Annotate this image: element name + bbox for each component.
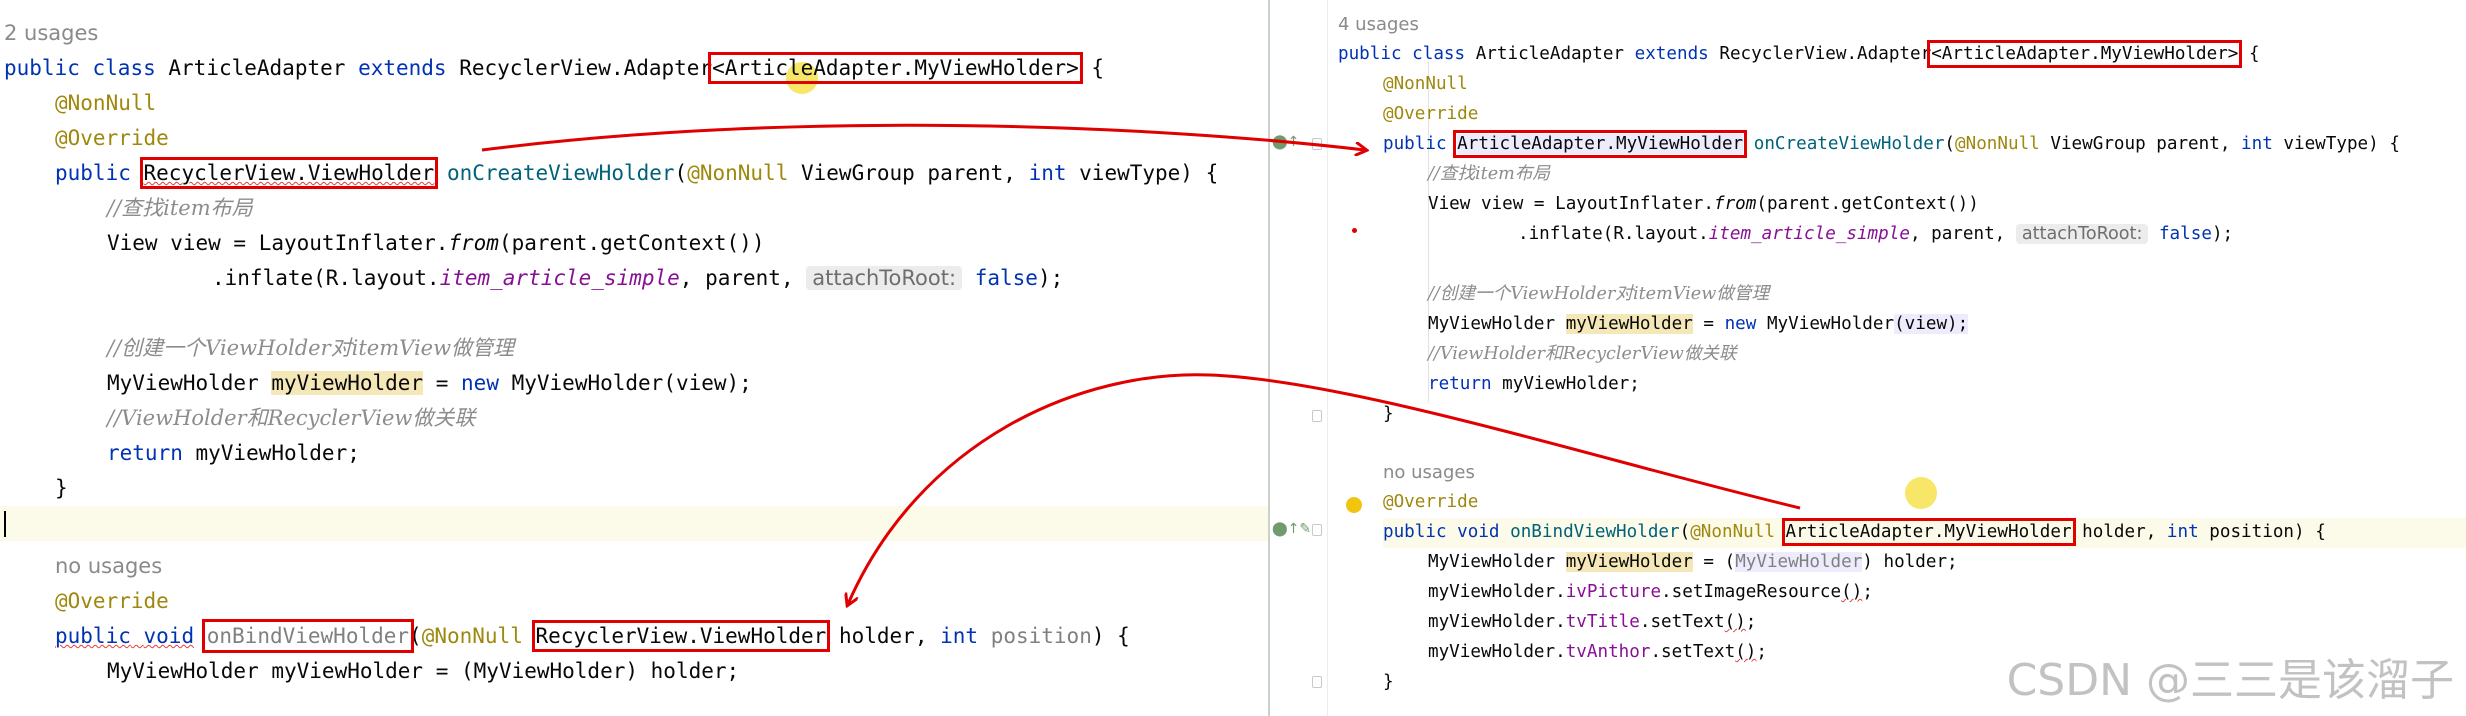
nonnull-annotation: @NonNull <box>55 91 157 115</box>
method-name[interactable]: onCreateViewHolder <box>447 161 675 185</box>
param-type-annotation[interactable]: RecyclerView.ViewHolder <box>531 620 831 652</box>
comment-create-holder: //创建一个ViewHolder对itemView做管理 <box>1428 284 1770 304</box>
bind-method-name[interactable]: onBindViewHolder <box>201 619 415 653</box>
parameter-hint: attachToRoot: <box>806 266 963 290</box>
class-name[interactable]: ArticleAdapter <box>168 56 345 80</box>
bind-view-holder-declaration: public void onBindViewHolder(@NonNull Ar… <box>1383 518 2466 548</box>
inflate-call-line: .inflate(R.layout.item_article_simple, p… <box>1518 224 2234 244</box>
bind-view-holder-declaration: public void onBindViewHolder(@NonNull Re… <box>55 619 1130 653</box>
method-close-brace: } <box>55 476 68 500</box>
param-type-annotation[interactable]: ArticleAdapter.MyViewHolder <box>1781 518 2076 546</box>
csdn-watermark: CSDN @三三是该溜子 <box>2006 655 2454 706</box>
highlighted-variable[interactable]: myViewHolder <box>271 371 424 395</box>
return-line: return myViewHolder; <box>1428 374 1640 394</box>
highlighted-variable[interactable]: myViewHolder <box>1565 314 1693 334</box>
view-inflate-line: View view = LayoutInflater.from(parent.g… <box>1428 194 1979 214</box>
return-line: return myViewHolder; <box>107 441 360 465</box>
bind-usages-hint[interactable]: no usages <box>55 549 1268 584</box>
fold-marker-icon[interactable] <box>1312 676 1322 688</box>
view-inflate-line: View view = LayoutInflater.from(parent.g… <box>107 231 765 255</box>
usages-hint[interactable]: 2 usages <box>4 16 1268 51</box>
implement-marker-icon[interactable]: ⬤↑✎ <box>1272 521 1311 537</box>
create-view-holder-declaration: public RecyclerView.ViewHolder onCreateV… <box>55 157 1219 189</box>
override-annotation: @Override <box>1383 104 1479 124</box>
comment-find-layout: //查找item布局 <box>1428 164 1551 184</box>
generic-type-annotation[interactable]: <ArticleAdapter.MyViewHolder> <box>708 52 1083 84</box>
method-close-brace: } <box>1383 404 1394 424</box>
return-type-annotation[interactable]: ArticleAdapter.MyViewHolder <box>1453 130 1748 158</box>
comment-find-layout: //查找item布局 <box>107 196 253 220</box>
return-type-annotation[interactable]: RecyclerView.ViewHolder <box>139 157 439 189</box>
left-gutter <box>0 0 58 716</box>
create-view-holder-declaration: public ArticleAdapter.MyViewHolder onCre… <box>1383 130 2400 158</box>
bind-line-cast: MyViewHolder myViewHolder = (MyViewHolde… <box>1428 552 1958 572</box>
current-caret-line[interactable] <box>0 506 1268 541</box>
bind-method-name[interactable]: onBindViewHolder <box>1510 522 1679 542</box>
right-gutter: ⬤↑ ⬤↑✎ <box>1270 0 1328 716</box>
generic-type-annotation[interactable]: <ArticleAdapter.MyViewHolder> <box>1927 40 2243 68</box>
breakpoint-marker[interactable] <box>1352 228 1357 233</box>
comment-associate: //ViewHolder和RecyclerView做关联 <box>107 406 476 430</box>
usages-hint[interactable]: 4 usages <box>1338 10 2466 40</box>
text-caret <box>4 511 6 537</box>
holder-creation-line: MyViewHolder myViewHolder = new MyViewHo… <box>1428 314 1969 334</box>
class-declaration-line: public class ArticleAdapter extends Recy… <box>1338 40 2260 68</box>
nonnull-annotation: @NonNull <box>1383 74 1468 94</box>
bind-usages-hint[interactable]: no usages <box>1383 458 2466 488</box>
holder-creation-line: MyViewHolder myViewHolder = new MyViewHo… <box>107 371 752 395</box>
left-editor-pane[interactable]: 2 usages public class ArticleAdapter ext… <box>0 0 1268 716</box>
comment-associate: //ViewHolder和RecyclerView做关联 <box>1428 344 1737 364</box>
class-name[interactable]: ArticleAdapter <box>1476 44 1624 64</box>
inflate-call-line: .inflate(R.layout.item_article_simple, p… <box>212 266 1064 290</box>
lightbulb-icon[interactable] <box>1346 497 1362 513</box>
bind-body-line: MyViewHolder myViewHolder = (MyViewHolde… <box>107 659 740 683</box>
bind-override-annotation: @Override <box>55 589 169 613</box>
implement-marker-icon[interactable]: ⬤↑ <box>1272 134 1299 150</box>
bind-line-picture: myViewHolder.ivPicture.setImageResource(… <box>1428 582 1873 602</box>
parameter-hint: attachToRoot: <box>2015 224 2149 244</box>
method-name[interactable]: onCreateViewHolder <box>1754 134 1945 154</box>
bind-override-annotation: @Override <box>1383 492 1479 512</box>
fold-marker-icon[interactable] <box>1312 524 1322 536</box>
fold-marker-icon[interactable] <box>1312 410 1322 422</box>
right-editor-pane[interactable]: ⬤↑ ⬤↑✎ 4 usages public class ArticleAdap… <box>1270 0 2466 716</box>
bind-line-title: myViewHolder.tvTitle.setText(); <box>1428 612 1757 632</box>
fold-marker-icon[interactable] <box>1312 138 1322 150</box>
class-declaration-line: public class ArticleAdapter extends Recy… <box>4 52 1105 84</box>
override-annotation: @Override <box>55 126 169 150</box>
comment-create-holder: //创建一个ViewHolder对itemView做管理 <box>107 336 515 360</box>
